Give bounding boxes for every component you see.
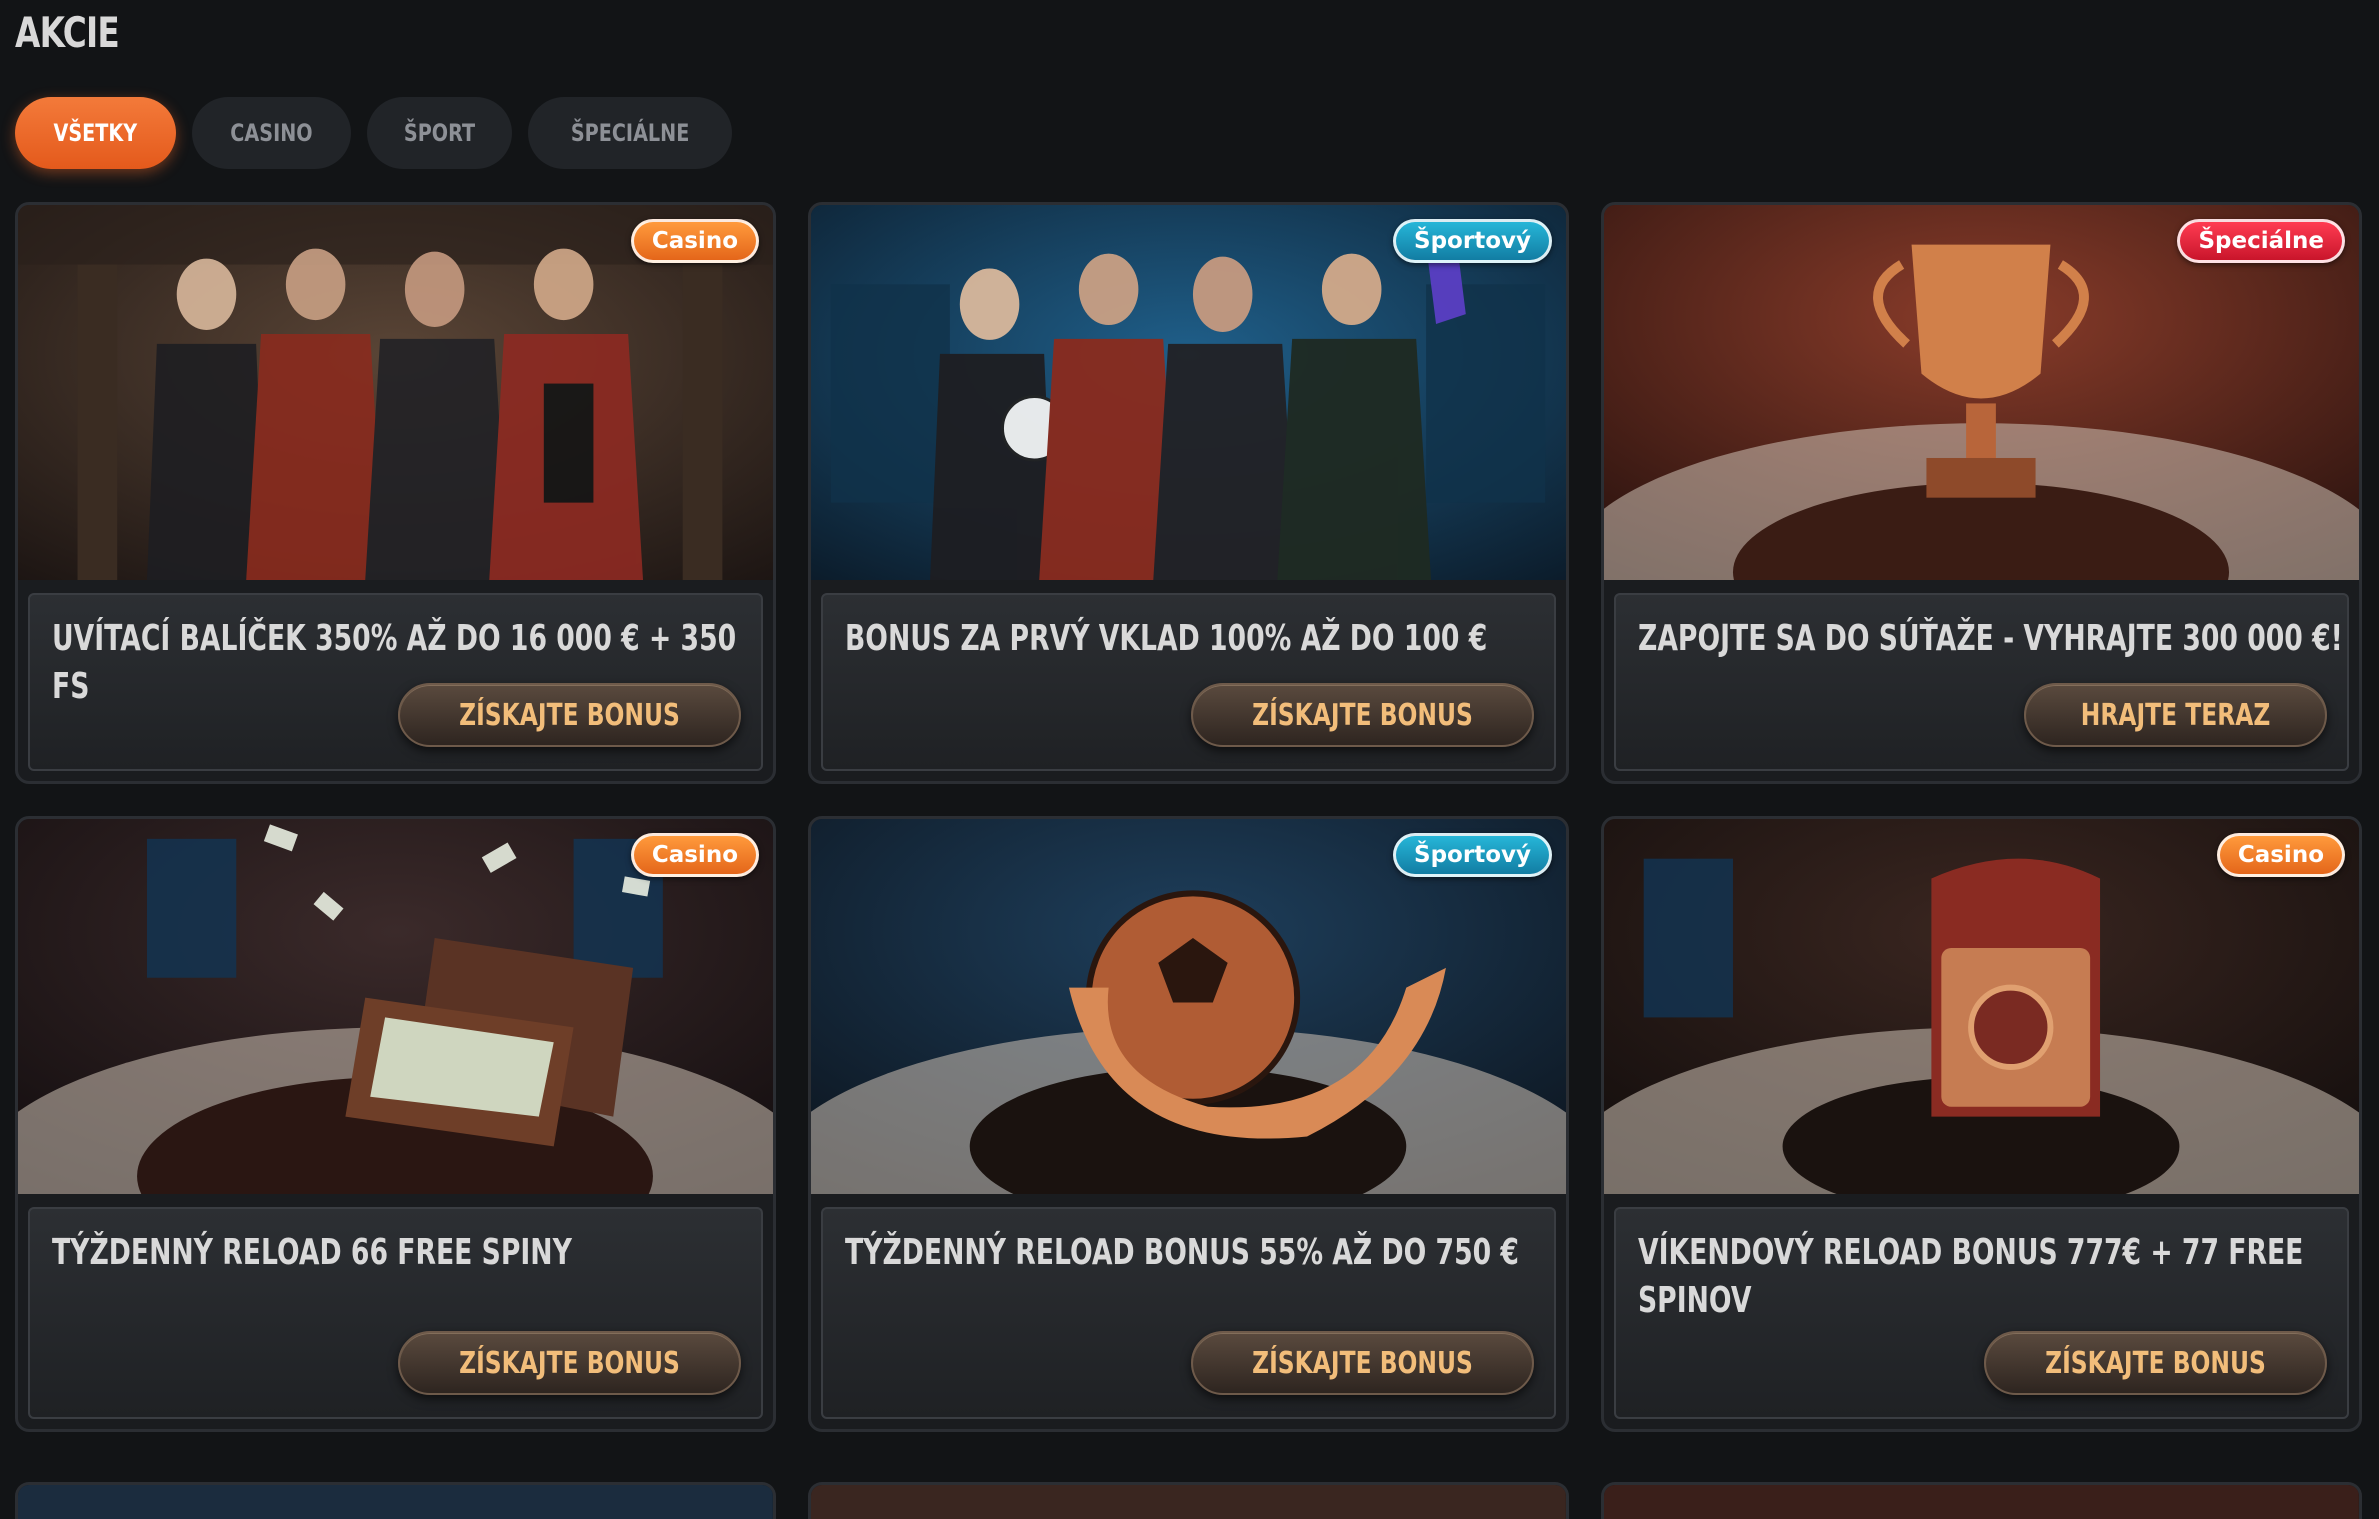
page-title: AKCIE: [15, 8, 120, 57]
promotions-page: AKCIE VŠETKY CASINO ŠPORT ŠPECIÁLNE Casi…: [0, 0, 2379, 1519]
tab-label: VŠETKY: [53, 119, 138, 147]
promo-card[interactable]: Športový BONUS ZA PRVÝ VKLAD 100% AŽ DO …: [808, 202, 1569, 784]
promo-title: TÝŽDENNÝ RELOAD 66 FREE SPINY: [52, 1232, 572, 1273]
promo-title: TÝŽDENNÝ RELOAD BONUS 55% AŽ DO 750 €: [845, 1232, 1519, 1273]
get-bonus-button[interactable]: ZÍSKAJTE BONUS: [398, 1331, 741, 1395]
promo-title: VÍKENDOVÝ RELOAD BONUS 777€ + 77 FREE SP…: [1638, 1232, 2304, 1321]
promo-title: BONUS ZA PRVÝ VKLAD 100% AŽ DO 100 €: [845, 618, 1488, 659]
button-label: ZÍSKAJTE BONUS: [1252, 1345, 1473, 1381]
get-bonus-button[interactable]: ZÍSKAJTE BONUS: [1191, 683, 1534, 747]
promo-image: Casino: [1604, 819, 2359, 1197]
tab-all[interactable]: VŠETKY: [15, 97, 176, 169]
filter-tabs: VŠETKY CASINO ŠPORT ŠPECIÁLNE: [15, 97, 732, 169]
promo-body: UVÍTACÍ BALÍČEK 350% AŽ DO 16 000 € + 35…: [28, 593, 763, 771]
promo-card[interactable]: Casino UVÍTACÍ BALÍČEK 350% AŽ DO 16 000…: [15, 202, 776, 784]
button-label: ZÍSKAJTE BONUS: [1252, 697, 1473, 733]
button-label: HRAJTE TERAZ: [2080, 697, 2271, 733]
promo-card[interactable]: Casino VÍKENDOVÝ RELOAD BONUS 777€ + 77 …: [1601, 816, 2362, 1432]
promo-image: Športový: [811, 205, 1566, 583]
promo-body: ZAPOJTE SA DO SÚŤAŽE - VYHRAJTE 300 000 …: [1614, 593, 2349, 771]
promo-card-preview[interactable]: [1601, 1482, 2362, 1519]
promo-card-preview[interactable]: [808, 1482, 1569, 1519]
promo-body: BONUS ZA PRVÝ VKLAD 100% AŽ DO 100 € ZÍS…: [821, 593, 1556, 771]
promo-card[interactable]: Športový TÝŽDENNÝ RELOAD BONUS 55% AŽ DO…: [808, 816, 1569, 1432]
tab-label: ŠPECIÁLNE: [570, 119, 689, 147]
get-bonus-button[interactable]: ZÍSKAJTE BONUS: [1191, 1331, 1534, 1395]
category-badge: Športový: [1393, 833, 1552, 877]
category-badge: Casino: [630, 833, 759, 877]
tab-special[interactable]: ŠPECIÁLNE: [527, 97, 732, 169]
category-badge: Casino: [630, 219, 759, 263]
promo-image: Casino: [18, 205, 773, 583]
tab-casino[interactable]: CASINO: [191, 97, 351, 169]
promo-title: ZAPOJTE SA DO SÚŤAŽE - VYHRAJTE 300 000 …: [1638, 618, 2343, 659]
category-badge: Športový: [1393, 219, 1552, 263]
promotion-grid: Casino UVÍTACÍ BALÍČEK 350% AŽ DO 16 000…: [15, 202, 2362, 1432]
category-badge: Casino: [2216, 833, 2345, 877]
button-label: ZÍSKAJTE BONUS: [459, 697, 680, 733]
button-label: ZÍSKAJTE BONUS: [2045, 1345, 2266, 1381]
promo-body: TÝŽDENNÝ RELOAD BONUS 55% AŽ DO 750 € ZÍ…: [821, 1207, 1556, 1419]
get-bonus-button[interactable]: ZÍSKAJTE BONUS: [398, 683, 741, 747]
tab-label: CASINO: [229, 119, 313, 147]
promo-card-preview[interactable]: [15, 1482, 776, 1519]
play-now-button[interactable]: HRAJTE TERAZ: [2023, 683, 2327, 747]
promo-image: Špeciálne: [1604, 205, 2359, 583]
tab-sport[interactable]: ŠPORT: [366, 97, 512, 169]
promo-card[interactable]: Casino TÝŽDENNÝ RELOAD 66 FREE SPINY ZÍS…: [15, 816, 776, 1432]
promo-image: Športový: [811, 819, 1566, 1197]
next-row-preview: [15, 1482, 2362, 1519]
button-label: ZÍSKAJTE BONUS: [459, 1345, 680, 1381]
get-bonus-button[interactable]: ZÍSKAJTE BONUS: [1984, 1331, 2327, 1395]
promo-card[interactable]: Špeciálne ZAPOJTE SA DO SÚŤAŽE - VYHRAJT…: [1601, 202, 2362, 784]
promo-image: Casino: [18, 819, 773, 1197]
category-badge: Špeciálne: [2177, 219, 2345, 263]
promo-body: TÝŽDENNÝ RELOAD 66 FREE SPINY ZÍSKAJTE B…: [28, 1207, 763, 1419]
promo-body: VÍKENDOVÝ RELOAD BONUS 777€ + 77 FREE SP…: [1614, 1207, 2349, 1419]
tab-label: ŠPORT: [403, 119, 475, 147]
